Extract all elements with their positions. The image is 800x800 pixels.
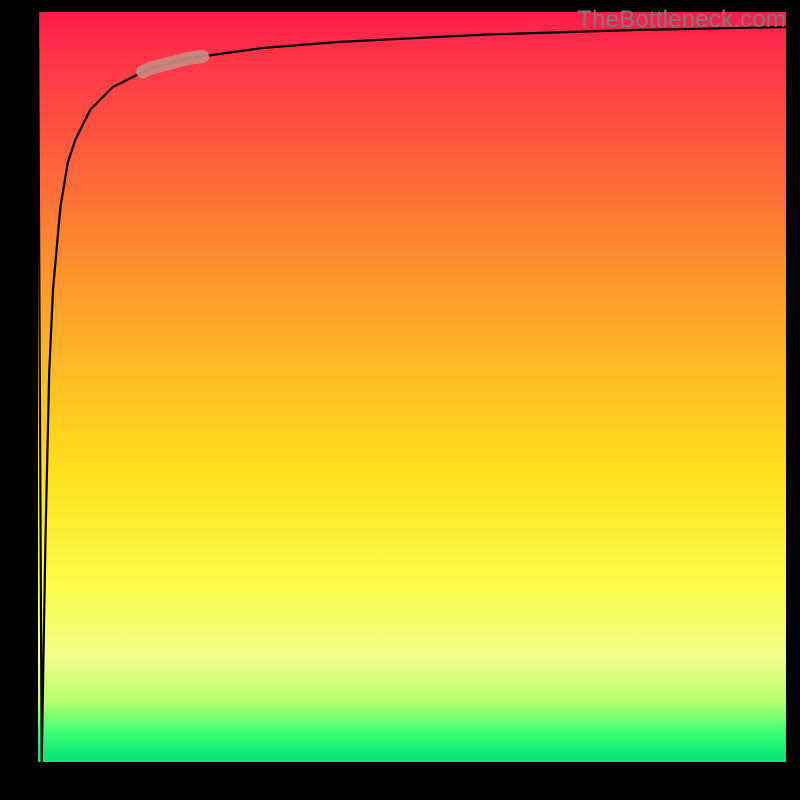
bottleneck-chart: TheBottleneck.com	[0, 0, 800, 800]
x-axis	[30, 762, 790, 770]
y-axis	[30, 12, 38, 770]
plot-background-gradient	[38, 12, 786, 762]
